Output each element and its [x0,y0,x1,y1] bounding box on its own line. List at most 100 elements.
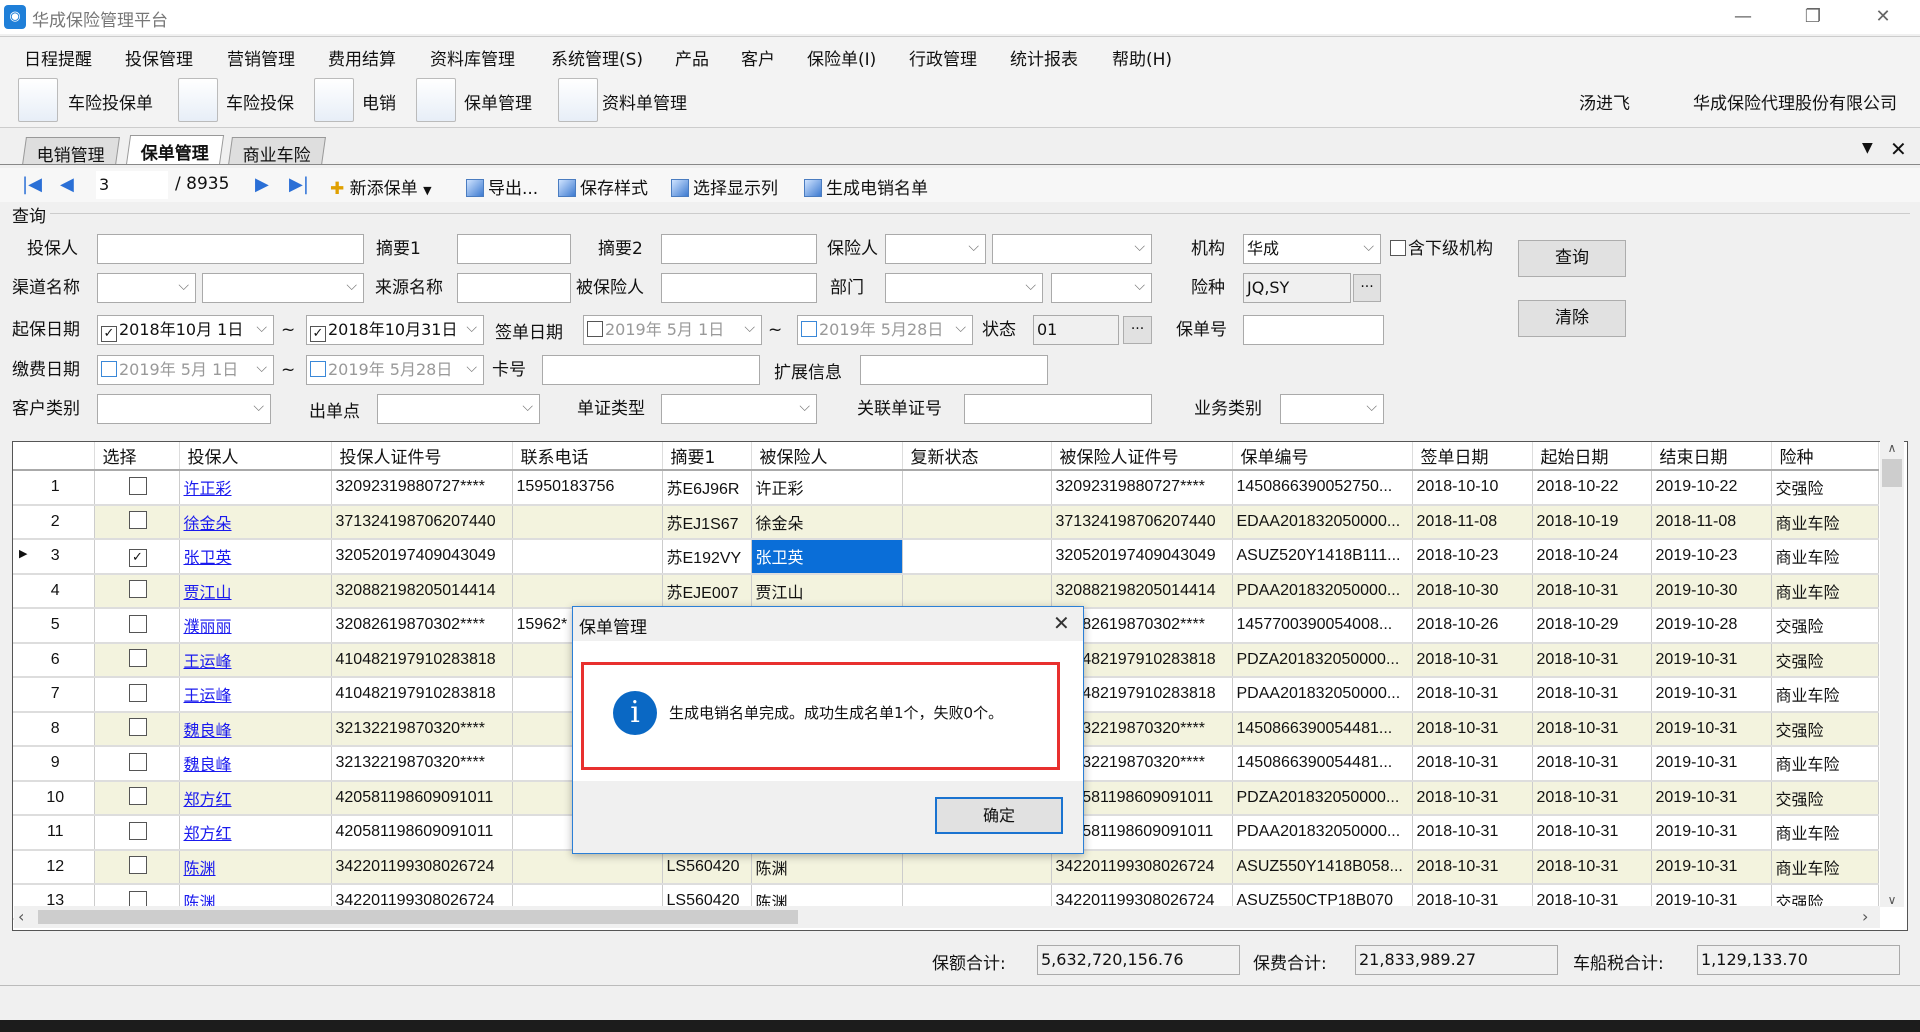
row-checkbox[interactable] [128,476,147,495]
restore-button[interactable]: ❐ [1790,3,1836,31]
renewal-status-cell[interactable] [902,539,1052,575]
related-doc-no-input[interactable] [964,394,1152,424]
end-date-cell[interactable]: 2019-10-30 [1651,573,1772,609]
scroll-thumb[interactable] [1882,459,1902,487]
generate-telesales-list-button[interactable]: 生成电销名单 [804,174,928,199]
holder-input[interactable] [97,234,364,264]
holder-cell[interactable]: 王运峰 [179,677,332,713]
holder-cell[interactable]: 贾江山 [179,573,332,609]
holder-link[interactable]: 王运峰 [184,688,232,705]
summary1-cell[interactable]: 苏EJ1S67 [662,504,752,540]
sign-date-cell[interactable]: 2018-10-30 [1412,573,1533,609]
menu-reports[interactable]: 统计报表 [1010,45,1078,70]
sign-date-cell[interactable]: 2018-10-31 [1412,780,1533,816]
menu-schedule[interactable]: 日程提醒 [24,45,92,70]
start-date-cell[interactable]: 2018-10-31 [1532,849,1652,885]
holder-link[interactable]: 陈渊 [184,861,216,878]
policy-no-cell[interactable]: PDZA201832050000... [1232,780,1413,816]
start-date-from-picker[interactable]: ✓ 2018年10月 1日 [97,315,274,345]
holder-cell[interactable]: 陈渊 [179,849,332,885]
holder-id-cell[interactable]: 410482197910283818 [331,642,513,678]
holder-link[interactable]: 郑方红 [184,826,232,843]
select-cell[interactable] [94,504,180,540]
table-row[interactable]: 1 许正彩 32092319880727**** 15950183756 苏E6J96R… [13,470,1879,506]
holder-cell[interactable]: 魏良峰 [179,746,332,782]
end-date-cell[interactable]: 2019-10-22 [1651,470,1772,506]
policy-no-cell[interactable]: 1450866390052750... [1232,470,1413,506]
holder-link[interactable]: 许正彩 [184,481,232,498]
menu-underwriting[interactable]: 投保管理 [125,45,193,70]
insured-id-cell[interactable]: 320882198205014414 [1051,573,1233,609]
insurance-type-cell[interactable]: 商业车险 [1771,539,1879,575]
end-date-cell[interactable]: 2019-10-23 [1651,539,1772,575]
contact-card-icon[interactable] [314,78,354,122]
sign-date-cell[interactable]: 2018-10-23 [1412,539,1533,575]
holder-link[interactable]: 张卫英 [184,550,232,567]
insurance-type-cell[interactable]: 商业车险 [1771,849,1879,885]
end-date-cell[interactable]: 2019-10-28 [1651,608,1772,644]
page-number-input[interactable]: 3 [96,171,168,199]
insurance-type-cell[interactable]: 交强险 [1771,642,1879,678]
end-date-cell[interactable]: 2019-10-31 [1651,746,1772,782]
summary1-cell[interactable]: 苏E192VY [662,539,752,575]
holder-link[interactable]: 王运峰 [184,654,232,671]
menu-admin[interactable]: 行政管理 [909,45,977,70]
next-record-icon[interactable]: ▶ [255,174,269,195]
select-cell[interactable] [94,677,180,713]
menu-marketing[interactable]: 营销管理 [227,45,295,70]
policy-management-button[interactable]: 保单管理 [464,89,532,114]
insured-id-cell[interactable]: 320520197409043049 [1051,539,1233,575]
holder-id-cell[interactable]: 342201199308026724 [331,849,513,885]
channel-sub-select[interactable] [202,273,364,303]
insurance-type-cell[interactable]: 商业车险 [1771,746,1879,782]
end-date-cell[interactable]: 2019-10-31 [1651,815,1772,851]
table-row[interactable]: 2 徐金朵 371324198706207440 苏EJ1S67 徐金朵 37132419… [13,504,1879,540]
end-date-cell[interactable]: 2019-10-31 [1651,677,1772,713]
end-date-cell[interactable]: 2019-10-31 [1651,642,1772,678]
insured-id-cell[interactable]: 32092319880727**** [1051,470,1233,506]
holder-cell[interactable]: 郑方红 [179,780,332,816]
row-checkbox[interactable] [128,787,147,806]
phone-cell[interactable] [512,539,663,575]
summary1-cell[interactable]: 苏E6J96R [662,470,752,506]
end-date-cell[interactable]: 2019-10-31 [1651,849,1772,885]
holder-id-cell[interactable]: 32132219870320**** [331,746,513,782]
holder-id-cell[interactable]: 32132219870320**** [331,711,513,747]
telesales-button[interactable]: 电销 [362,89,396,114]
row-checkbox[interactable] [128,856,147,875]
column-header[interactable] [13,442,95,471]
policy-no-cell[interactable]: PDAA201832050000... [1232,815,1413,851]
policy-no-cell[interactable]: 1457700390054008... [1232,608,1413,644]
policy-no-cell[interactable]: PDAA201832050000... [1232,677,1413,713]
document-pencil-icon[interactable] [178,78,218,122]
insurance-type-cell[interactable]: 交强险 [1771,608,1879,644]
select-cell[interactable] [94,815,180,851]
search-button[interactable]: 查询 [1518,240,1626,277]
tab-telesales[interactable]: 电销管理 [22,137,120,166]
holder-id-cell[interactable]: 32082619870302**** [331,608,513,644]
ok-button[interactable]: 确定 [935,797,1063,834]
holder-cell[interactable]: 王运峰 [179,642,332,678]
sign-date-cell[interactable]: 2018-10-31 [1412,815,1533,851]
column-header[interactable]: 起始日期 [1532,442,1652,471]
insurance-type-cell[interactable]: 交强险 [1771,470,1879,506]
status-picker-button[interactable]: ··· [1123,316,1152,344]
policy-no-input[interactable] [1243,315,1384,345]
column-header[interactable]: 险种 [1771,442,1879,471]
last-record-icon[interactable]: ▶| [289,174,309,195]
insurance-type-picker-button[interactable]: ··· [1353,274,1381,302]
column-header[interactable]: 签单日期 [1412,442,1533,471]
holder-cell[interactable]: 徐金朵 [179,504,332,540]
pay-date-to-picker[interactable]: 2019年 5月28日 [306,355,484,385]
tab-policy-management[interactable]: 保单管理 [125,135,225,165]
blank-document-icon[interactable] [558,78,598,122]
insurance-type-input[interactable]: JQ,SY [1243,273,1351,303]
summary1-input[interactable] [457,234,571,264]
row-checkbox[interactable] [128,649,147,668]
column-header[interactable]: 投保人证件号 [331,442,513,471]
document-management-button[interactable]: 资料单管理 [602,89,687,114]
holder-id-cell[interactable]: 371324198706207440 [331,504,513,540]
holder-cell[interactable]: 郑方红 [179,815,332,851]
scroll-right-icon[interactable]: › [1862,907,1868,926]
select-cell[interactable] [94,470,180,506]
